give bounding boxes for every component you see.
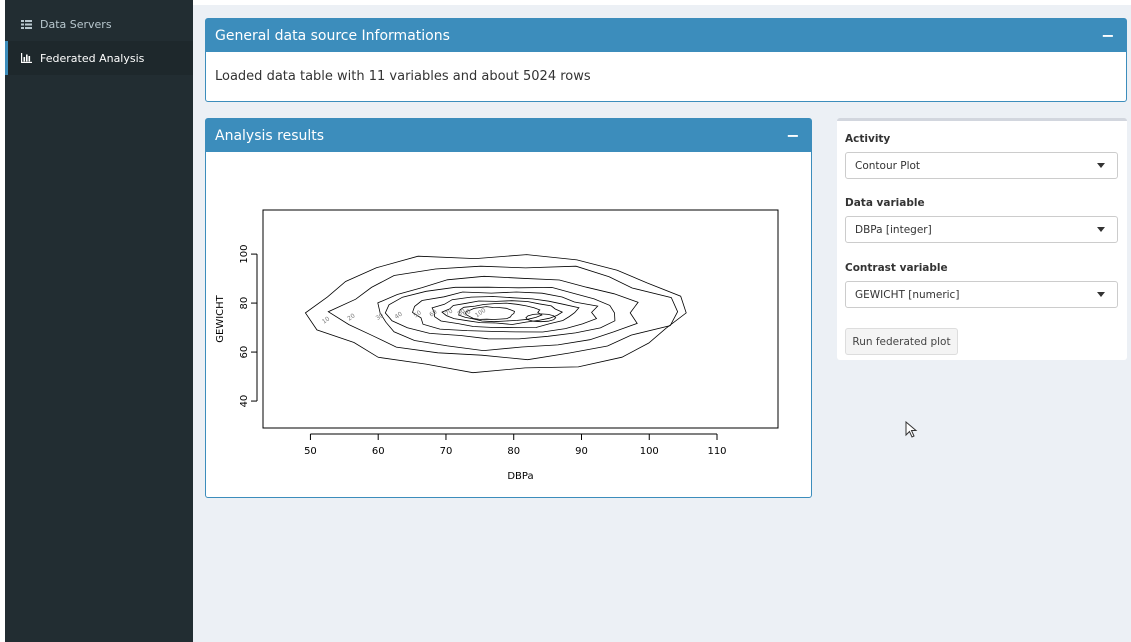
contour-level-label: 40 [394,311,404,321]
info-box: General data source Informations − Loade… [205,18,1127,102]
collapse-button[interactable]: − [785,125,801,145]
contrast-variable-select-value: GEWICHT [numeric] [855,288,960,301]
y-tick-label: 60 [239,346,250,359]
x-tick-label: 70 [440,446,453,457]
chevron-down-icon [1097,227,1105,232]
y-axis-label: GEWICHT [215,294,226,342]
sidebar-item-federated-analysis[interactable]: Federated Analysis [5,41,193,75]
table-icon [18,19,34,29]
top-strip [193,0,1131,5]
contour-line [464,306,515,320]
mouse-cursor-icon [905,421,918,438]
x-tick-label: 100 [640,446,659,457]
y-tick-label: 100 [239,245,250,264]
chevron-down-icon [1097,292,1105,297]
sidebar: Data Servers Federated Analysis [5,0,193,642]
activity-label: Activity [845,133,891,145]
x-tick-label: 110 [707,446,726,457]
sidebar-item-data-servers[interactable]: Data Servers [5,7,193,41]
info-box-text: Loaded data table with 11 variables and … [215,69,591,84]
results-box-header: Analysis results − [206,119,811,152]
contrast-variable-label: Contrast variable [845,262,948,274]
info-box-header: General data source Informations − [206,19,1126,52]
data-variable-select-value: DBPa [integer] [855,223,932,236]
contour-line [412,291,599,333]
contour-plot: 50 60 70 80 90 100 110 DBPa 40 60 80 100 GEWICHT 10 20… [215,209,779,482]
data-variable-label: Data variable [845,197,925,209]
data-variable-select[interactable]: DBPa [integer] [845,216,1118,243]
contour-line [304,254,687,374]
activity-select-value: Contour Plot [855,159,921,172]
controls-panel: Activity Contour Plot Data variable DBPa… [837,118,1127,360]
contour-level-label: 60 [428,308,438,318]
sidebar-item-label: Federated Analysis [40,51,145,65]
x-tick-label: 80 [507,446,520,457]
contour-level-label: 30 [375,312,385,322]
y-tick-label: 40 [239,395,250,408]
results-box: Analysis results − 50 60 70 80 90 100 110 DBPa 4… [205,118,812,498]
run-federated-plot-button[interactable]: Run federated plot [845,328,958,355]
activity-select[interactable]: Contour Plot [845,152,1118,179]
y-tick-label: 80 [239,297,250,310]
x-tick-label: 90 [575,446,588,457]
results-box-title: Analysis results [215,127,325,144]
contour-level-label: 70 [444,308,454,318]
contour-level-label: 20 [346,312,356,322]
x-tick-label: 60 [372,446,385,457]
x-tick-label: 50 [304,446,317,457]
contour-level-label: 100 [474,307,488,319]
bar-chart-icon [18,53,34,63]
info-box-title: General data source Informations [215,27,450,44]
contour-level-label: 10 [321,315,331,325]
x-axis-label: DBPa [507,471,533,482]
sidebar-item-label: Data Servers [40,17,112,31]
collapse-button[interactable]: − [1100,25,1116,45]
chevron-down-icon [1097,163,1105,168]
contrast-variable-select[interactable]: GEWICHT [numeric] [845,281,1118,308]
